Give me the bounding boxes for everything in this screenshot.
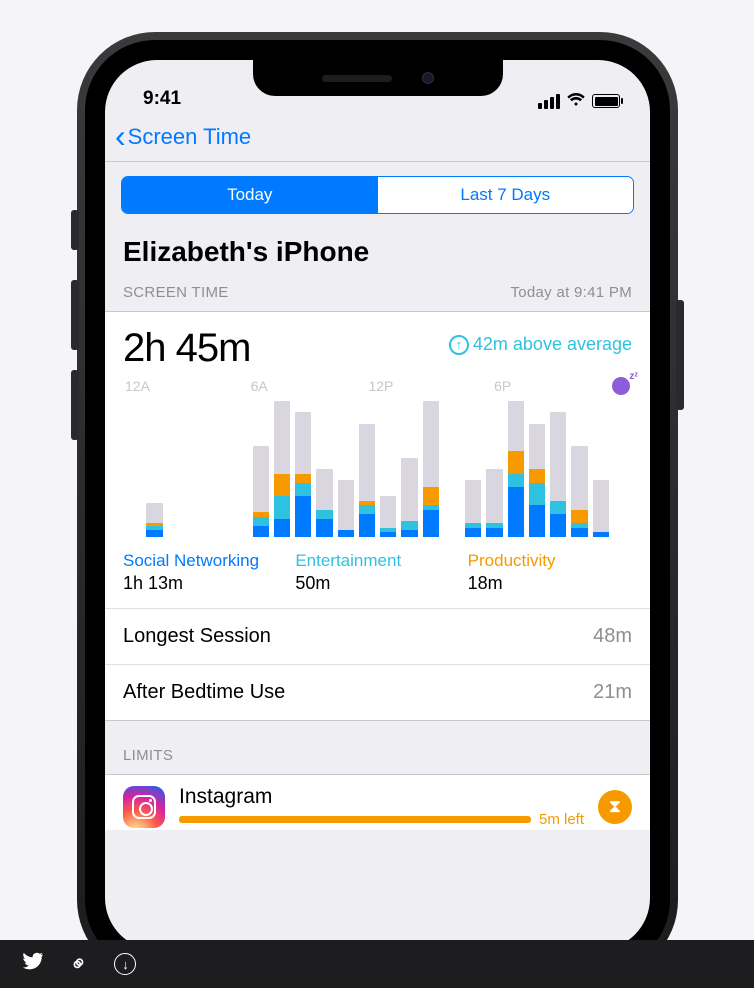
hourglass-icon: ⧗ [598, 790, 632, 824]
twitter-icon[interactable] [22, 950, 44, 978]
limit-app-name: Instagram [179, 785, 584, 809]
legend-label: Productivity [468, 551, 632, 571]
legend-productivity: Productivity 18m [468, 551, 632, 594]
row-after-bedtime[interactable]: After Bedtime Use 21m [105, 664, 650, 720]
screen: 9:41 ‹ Screen Time Today Last 7 Days Eli… [105, 60, 650, 950]
limits-header: LIMITS [121, 747, 634, 774]
cellular-icon [538, 94, 560, 109]
x-tick: 12P [368, 378, 393, 394]
speaker-grille [322, 75, 392, 82]
front-camera [422, 72, 434, 84]
volume-up-button [71, 280, 79, 350]
legend: Social Networking 1h 13m Entertainment 5… [123, 551, 632, 594]
legend-entertainment: Entertainment 50m [295, 551, 459, 594]
legend-value: 50m [295, 573, 459, 594]
total-time: 2h 45m [123, 326, 250, 371]
limit-remaining: 5m left [539, 811, 584, 828]
limit-row-instagram[interactable]: Instagram 5m left ⧗ [105, 774, 650, 830]
power-button [676, 300, 684, 410]
instagram-icon [123, 786, 165, 828]
segment-last7[interactable]: Last 7 Days [378, 177, 634, 213]
status-time: 9:41 [143, 88, 181, 110]
nav-bar: ‹ Screen Time [105, 112, 650, 162]
legend-value: 1h 13m [123, 573, 287, 594]
wifi-icon [566, 92, 586, 110]
segment-today[interactable]: Today [122, 177, 378, 213]
legend-label: Social Networking [123, 551, 287, 571]
usage-chart [123, 397, 632, 537]
segmented-control: Today Last 7 Days [121, 176, 634, 214]
row-longest-session[interactable]: Longest Session 48m [105, 608, 650, 664]
link-icon[interactable]: ⚭ [64, 948, 95, 979]
volume-down-button [71, 370, 79, 440]
row-label: Longest Session [123, 625, 271, 648]
notch [253, 60, 503, 96]
share-bar: ⚭ ↓ [0, 940, 754, 988]
download-icon[interactable]: ↓ [114, 953, 136, 975]
x-tick: 6P [494, 378, 511, 394]
device-name: Elizabeth's iPhone [123, 236, 632, 268]
arrow-up-icon: ↑ [449, 335, 469, 355]
legend-social: Social Networking 1h 13m [123, 551, 287, 594]
row-value: 48m [593, 625, 632, 648]
row-label: After Bedtime Use [123, 681, 285, 704]
x-tick: 6A [251, 378, 268, 394]
above-average: ↑ 42m above average [449, 334, 632, 355]
legend-label: Entertainment [295, 551, 459, 571]
section-title: SCREEN TIME [123, 284, 229, 301]
above-average-text: 42m above average [473, 334, 632, 355]
nav-back-label[interactable]: Screen Time [128, 124, 252, 150]
limit-progress-bar [179, 816, 531, 823]
section-header: SCREEN TIME Today at 9:41 PM [121, 284, 634, 311]
chart-x-labels: 12A 6A 12P 6P [123, 371, 632, 397]
section-timestamp: Today at 9:41 PM [510, 284, 632, 301]
row-value: 21m [593, 681, 632, 704]
battery-icon [592, 94, 620, 108]
screentime-card[interactable]: 2h 45m ↑ 42m above average 12A 6A 12P 6P [105, 311, 650, 721]
x-tick: 12A [125, 378, 150, 394]
legend-value: 18m [468, 573, 632, 594]
phone-frame: 9:41 ‹ Screen Time Today Last 7 Days Eli… [85, 40, 670, 970]
back-chevron-icon[interactable]: ‹ [115, 118, 126, 155]
mute-switch [71, 210, 79, 250]
moon-icon [612, 377, 630, 395]
